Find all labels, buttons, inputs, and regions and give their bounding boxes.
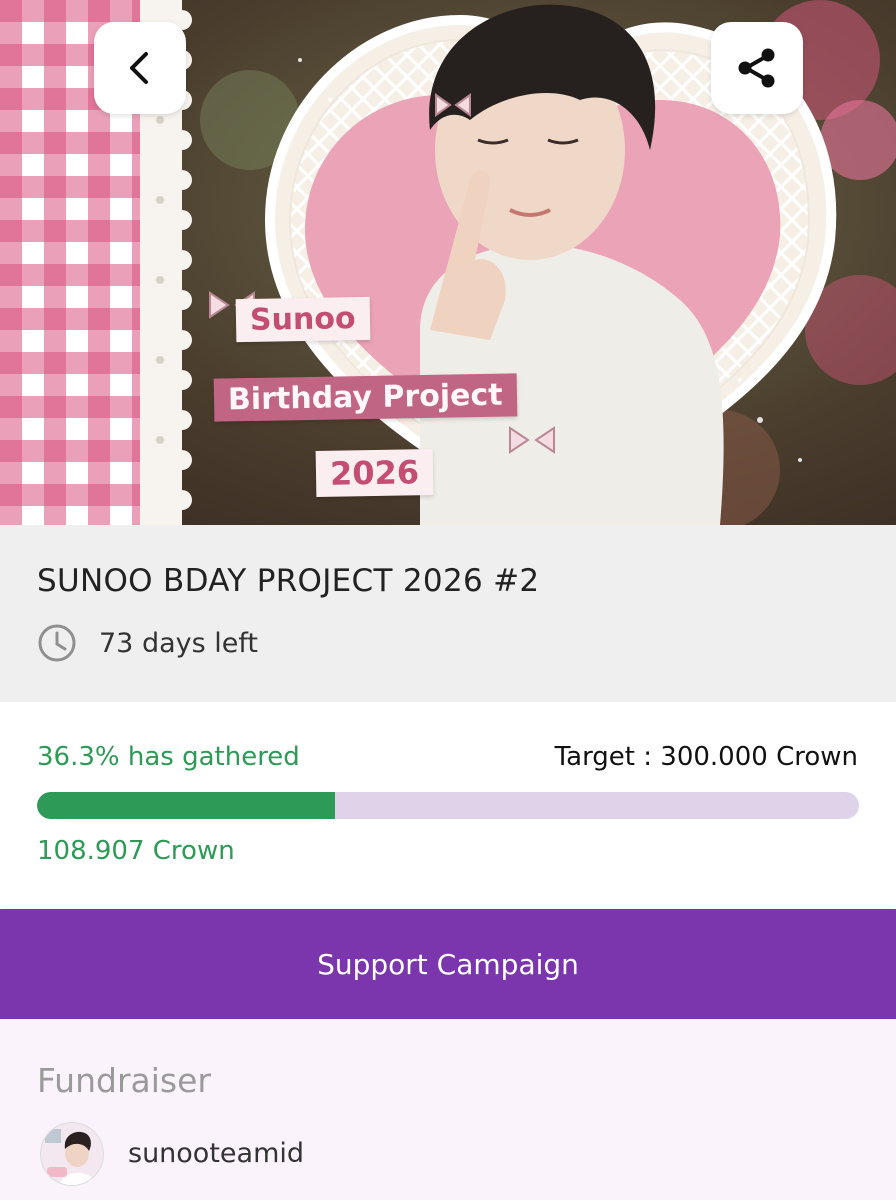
target-amount: Target : 300.000 Crown xyxy=(554,742,858,772)
banner-title-line1: Sunoo xyxy=(235,296,370,343)
fundraiser-section: Fundraiser sunooteamid xyxy=(0,1019,896,1200)
fundraiser-avatar[interactable] xyxy=(40,1122,104,1186)
banner-title-line2: Birthday Project xyxy=(213,373,517,422)
gathered-percent: 36.3% has gathered xyxy=(37,742,300,772)
days-left-text: 73 days left xyxy=(99,627,258,659)
campaign-title: SUNOO BDAY PROJECT 2026 #2 xyxy=(37,563,540,599)
days-left-row: 73 days left xyxy=(37,623,258,663)
back-button[interactable] xyxy=(94,22,186,114)
progress-bar-fill xyxy=(37,792,336,819)
avatar-image xyxy=(41,1123,103,1185)
campaign-banner: Sunoo Birthday Project 2026 xyxy=(0,0,896,525)
campaign-info: SUNOO BDAY PROJECT 2026 #2 73 days left xyxy=(0,525,896,702)
progress-bar xyxy=(37,792,859,819)
support-campaign-button[interactable]: Support Campaign xyxy=(0,909,896,1019)
fundraiser-name[interactable]: sunooteamid xyxy=(128,1138,304,1169)
share-icon xyxy=(738,48,775,88)
fundraiser-heading: Fundraiser xyxy=(37,1061,211,1100)
collected-amount: 108.907 Crown xyxy=(37,836,235,866)
share-button[interactable] xyxy=(711,22,803,114)
banner-title-line3: 2026 xyxy=(315,448,434,498)
chevron-left-icon xyxy=(130,52,148,84)
funding-progress: 36.3% has gathered Target : 300.000 Crow… xyxy=(0,702,896,909)
clock-icon xyxy=(38,624,76,662)
